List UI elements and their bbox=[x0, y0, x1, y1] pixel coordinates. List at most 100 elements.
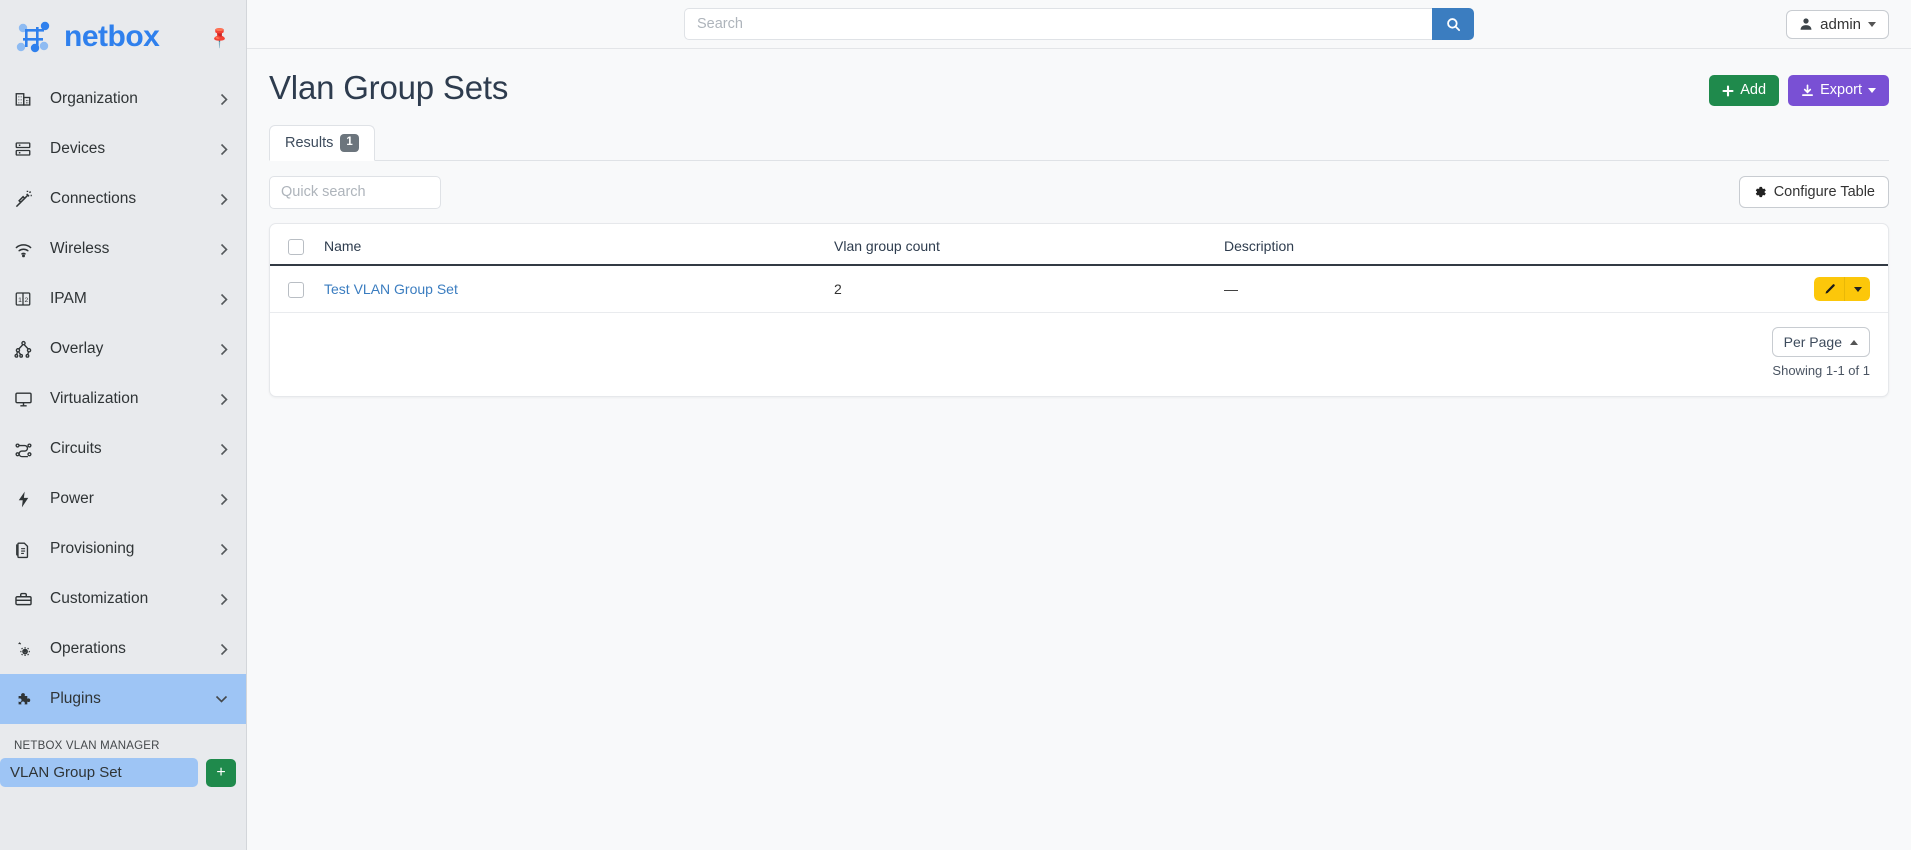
toolbox-icon bbox=[14, 590, 40, 609]
netbox-logo-icon bbox=[14, 17, 56, 57]
sidebar-item-devices[interactable]: Devices bbox=[0, 124, 246, 174]
app-root: netbox 📌 Organization bbox=[0, 0, 1911, 850]
sidebar-item-organization[interactable]: Organization bbox=[0, 74, 246, 124]
gears-icon bbox=[14, 640, 40, 659]
vlan-group-set-link[interactable]: Test VLAN Group Set bbox=[324, 281, 458, 297]
sidebar-item-power[interactable]: Power bbox=[0, 474, 246, 524]
chevron-right-icon bbox=[220, 393, 228, 406]
caret-down-icon bbox=[1868, 22, 1876, 27]
plugin-section-heading: NETBOX VLAN MANAGER bbox=[0, 728, 246, 758]
sidebar-item-label: Overlay bbox=[40, 340, 220, 358]
quick-search-input[interactable] bbox=[269, 176, 441, 209]
sidebar-item-label: Connections bbox=[40, 190, 220, 208]
add-vlan-group-set-button[interactable]: + bbox=[206, 759, 236, 787]
sidebar-item-label: Customization bbox=[40, 590, 220, 608]
search-input[interactable] bbox=[684, 8, 1432, 40]
pencil-icon bbox=[1823, 283, 1836, 296]
sidebar-item-label: Operations bbox=[40, 640, 220, 658]
table-header-row: Name Vlan group count Description bbox=[270, 224, 1888, 265]
row-checkbox[interactable] bbox=[288, 282, 304, 298]
configure-table-button[interactable]: Configure Table bbox=[1739, 176, 1889, 208]
pagination-controls: Per Page Showing 1-1 of 1 bbox=[1772, 327, 1870, 378]
sidebar-item-virtualization[interactable]: Virtualization bbox=[0, 374, 246, 424]
pin-icon[interactable]: 📌 bbox=[209, 25, 233, 49]
cell-name: Test VLAN Group Set bbox=[314, 265, 824, 313]
row-action-group bbox=[1814, 277, 1870, 301]
sidebar-item-label: Devices bbox=[40, 140, 220, 158]
page-content: Vlan Group Sets Add bbox=[247, 49, 1911, 850]
netbox-logo-link[interactable]: netbox bbox=[14, 17, 159, 57]
column-header-name[interactable]: Name bbox=[314, 224, 824, 265]
sidebar-item-customization[interactable]: Customization bbox=[0, 574, 246, 624]
select-all-checkbox[interactable] bbox=[288, 239, 304, 255]
table-head: Name Vlan group count Description bbox=[270, 224, 1888, 265]
sidebar-item-label: Virtualization bbox=[40, 390, 220, 408]
page-title: Vlan Group Sets bbox=[269, 69, 508, 107]
sidebar-item-plugins[interactable]: Plugins bbox=[0, 674, 246, 724]
numbers-icon: 1 2 bbox=[14, 290, 40, 308]
page-actions: Add Export bbox=[1709, 69, 1889, 106]
plugin-section: NETBOX VLAN MANAGER VLAN Group Set + bbox=[0, 724, 246, 787]
sidebar-item-operations[interactable]: Operations bbox=[0, 624, 246, 674]
export-button[interactable]: Export bbox=[1788, 75, 1889, 106]
sidebar-item-ipam[interactable]: 1 2 IPAM bbox=[0, 274, 246, 324]
cell-actions bbox=[1563, 265, 1888, 313]
tab-bar: Results 1 bbox=[269, 125, 1889, 161]
chevron-down-icon bbox=[215, 695, 228, 703]
table-toolbar: Configure Table bbox=[269, 161, 1889, 223]
user-icon bbox=[1799, 17, 1813, 31]
chevron-right-icon bbox=[220, 293, 228, 306]
search-icon bbox=[1446, 17, 1461, 32]
edit-row-button[interactable] bbox=[1814, 277, 1844, 301]
sidebar-item-circuits[interactable]: Circuits bbox=[0, 424, 246, 474]
plus-icon bbox=[1722, 85, 1734, 97]
download-icon bbox=[1801, 84, 1814, 97]
monitor-icon bbox=[14, 390, 40, 409]
sidebar-item-connections[interactable]: Connections bbox=[0, 174, 246, 224]
svg-text:1: 1 bbox=[18, 297, 22, 304]
circuit-icon bbox=[14, 440, 40, 459]
server-icon bbox=[14, 140, 40, 158]
table-footer: Per Page Showing 1-1 of 1 bbox=[270, 313, 1888, 396]
cell-vlan-group-count: 2 bbox=[824, 265, 1214, 313]
puzzle-icon bbox=[14, 690, 40, 709]
cell-description: — bbox=[1214, 265, 1563, 313]
column-header-vlan-group-count[interactable]: Vlan group count bbox=[824, 224, 1214, 265]
sidebar-item-label: Power bbox=[40, 490, 220, 508]
user-menu[interactable]: admin bbox=[1786, 10, 1889, 39]
per-page-button[interactable]: Per Page bbox=[1772, 327, 1870, 357]
tab-results[interactable]: Results 1 bbox=[269, 125, 375, 161]
row-actions-dropdown-button[interactable] bbox=[1844, 277, 1870, 301]
column-header-description[interactable]: Description bbox=[1214, 224, 1563, 265]
chevron-right-icon bbox=[220, 543, 228, 556]
user-menu-label: admin bbox=[1820, 16, 1861, 33]
svg-text:2: 2 bbox=[25, 297, 29, 304]
column-header-actions bbox=[1563, 224, 1888, 265]
hierarchy-icon bbox=[14, 340, 40, 359]
chevron-right-icon bbox=[220, 343, 228, 356]
file-text-icon bbox=[14, 540, 40, 559]
sidebar-item-provisioning[interactable]: Provisioning bbox=[0, 524, 246, 574]
sidebar-item-overlay[interactable]: Overlay bbox=[0, 324, 246, 374]
gear-icon bbox=[1753, 185, 1767, 199]
chevron-right-icon bbox=[220, 493, 228, 506]
caret-up-icon bbox=[1850, 340, 1858, 345]
wifi-icon bbox=[14, 240, 40, 259]
add-button[interactable]: Add bbox=[1709, 75, 1779, 106]
sidebar: netbox 📌 Organization bbox=[0, 0, 247, 850]
page-header: Vlan Group Sets Add bbox=[269, 65, 1889, 107]
sidebar-item-label: IPAM bbox=[40, 290, 220, 308]
chevron-right-icon bbox=[220, 193, 228, 206]
chevron-right-icon bbox=[220, 93, 228, 106]
chevron-right-icon bbox=[220, 243, 228, 256]
search-button[interactable] bbox=[1432, 8, 1474, 40]
sidebar-item-label: Provisioning bbox=[40, 540, 220, 558]
brand-header: netbox 📌 bbox=[0, 0, 246, 74]
sidebar-item-vlan-group-set[interactable]: VLAN Group Set bbox=[0, 758, 198, 787]
tab-results-count: 1 bbox=[340, 134, 358, 152]
tab-results-label: Results bbox=[285, 135, 333, 151]
brand-wordmark: netbox bbox=[64, 22, 159, 52]
sidebar-item-wireless[interactable]: Wireless bbox=[0, 224, 246, 274]
per-page-label: Per Page bbox=[1784, 334, 1842, 350]
sidebar-nav: Organization Devices bbox=[0, 74, 246, 787]
